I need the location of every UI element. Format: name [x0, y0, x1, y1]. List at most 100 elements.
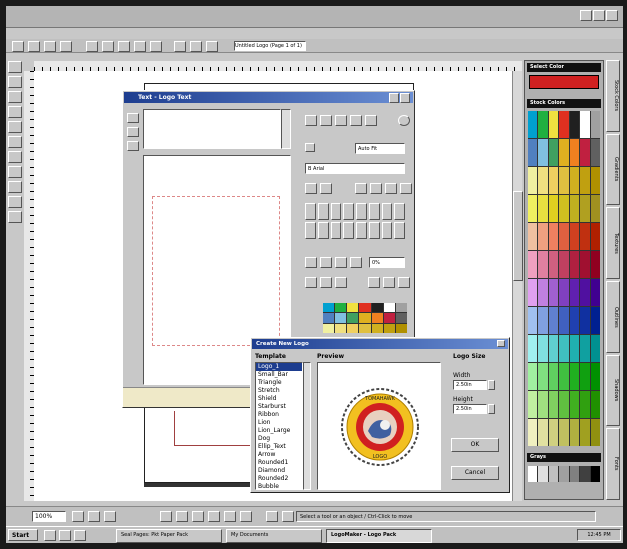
- taskbar-task-button[interactable]: LogoMaker - Logo Pack: [326, 529, 432, 543]
- pointer-tool-icon[interactable]: [8, 61, 22, 73]
- color-swatch[interactable]: [528, 307, 538, 334]
- prop-icon-b[interactable]: [320, 115, 332, 126]
- font-lock-icon[interactable]: [305, 143, 315, 152]
- print-icon[interactable]: [60, 41, 72, 52]
- color-swatch[interactable]: [548, 307, 559, 334]
- color-swatch[interactable]: [538, 139, 548, 166]
- taskbar-task-button[interactable]: Seal Pages: Pkt Paper Pack: [116, 529, 222, 543]
- text-color-swatch[interactable]: [383, 323, 395, 333]
- color-swatch[interactable]: [569, 111, 580, 138]
- color-swatch[interactable]: [548, 279, 559, 306]
- next-page-icon[interactable]: [104, 511, 116, 522]
- template-list-item[interactable]: Lion_Large: [256, 427, 302, 435]
- editor-tool-3-icon[interactable]: [127, 141, 139, 151]
- taskbar-task-button[interactable]: My Documents: [226, 529, 322, 543]
- format-1-icon[interactable]: [305, 277, 317, 288]
- color-swatch[interactable]: [590, 419, 600, 446]
- template-list-item[interactable]: Ribbon: [256, 411, 302, 419]
- effect-9-icon[interactable]: [305, 222, 316, 239]
- effect-8-icon[interactable]: [394, 203, 405, 220]
- align-left-text-icon[interactable]: [355, 183, 367, 194]
- template-list-item[interactable]: Small_Bar: [256, 371, 302, 379]
- first-page-icon[interactable]: [72, 511, 84, 522]
- text-tool-icon[interactable]: [8, 106, 22, 118]
- color-swatch[interactable]: [590, 279, 600, 306]
- gray-swatch[interactable]: [528, 466, 538, 482]
- color-swatch[interactable]: [538, 335, 548, 362]
- color-swatch[interactable]: [528, 223, 538, 250]
- template-list-item[interactable]: Ellip_Text: [256, 443, 302, 451]
- palette-tab[interactable]: Gradients: [606, 133, 620, 206]
- height-input[interactable]: 2.50in: [453, 404, 487, 414]
- color-swatch[interactable]: [528, 419, 538, 446]
- bold-icon[interactable]: [305, 183, 317, 194]
- minimize-icon[interactable]: [580, 10, 592, 21]
- template-list-item[interactable]: Dog: [256, 435, 302, 443]
- color-swatch[interactable]: [590, 251, 600, 278]
- color-swatch[interactable]: [559, 223, 569, 250]
- color-swatch[interactable]: [559, 419, 569, 446]
- color-swatch[interactable]: [538, 223, 548, 250]
- color-swatch[interactable]: [580, 391, 590, 418]
- color-swatch[interactable]: [580, 335, 590, 362]
- spacing-3-icon[interactable]: [335, 257, 347, 268]
- ok-button[interactable]: OK: [451, 438, 499, 452]
- format-3-icon[interactable]: [335, 277, 347, 288]
- text-color-swatch[interactable]: [395, 313, 407, 323]
- close-icon[interactable]: [606, 10, 618, 21]
- refresh-icon[interactable]: [398, 115, 410, 126]
- width-spinner[interactable]: [488, 380, 495, 390]
- effect-4-icon[interactable]: [343, 203, 354, 220]
- color-swatch[interactable]: [580, 279, 590, 306]
- color-swatch[interactable]: [569, 391, 580, 418]
- color-swatch[interactable]: [569, 419, 580, 446]
- color-swatch[interactable]: [528, 251, 538, 278]
- text-input-scrollbar[interactable]: [281, 109, 291, 149]
- template-list-item[interactable]: Diamond: [256, 467, 302, 475]
- color-swatch[interactable]: [580, 419, 590, 446]
- text-color-swatch[interactable]: [335, 323, 347, 333]
- width-input[interactable]: 2.50in: [453, 380, 487, 390]
- text-color-swatch[interactable]: [347, 313, 359, 323]
- color-swatch[interactable]: [528, 363, 538, 390]
- redo-icon[interactable]: [150, 41, 162, 52]
- template-list-item[interactable]: Triangle: [256, 379, 302, 387]
- new-icon[interactable]: [12, 41, 24, 52]
- effect-5-icon[interactable]: [356, 203, 367, 220]
- text-color-swatch[interactable]: [371, 323, 383, 333]
- prop-icon-c[interactable]: [335, 115, 347, 126]
- italic-icon[interactable]: [320, 183, 332, 194]
- editor-close-icon[interactable]: [400, 93, 410, 103]
- effect-14-icon[interactable]: [368, 222, 380, 239]
- color-swatch[interactable]: [590, 139, 600, 166]
- text-color-swatch[interactable]: [371, 313, 383, 323]
- text-color-swatch[interactable]: [335, 313, 347, 323]
- prev-page-icon[interactable]: [88, 511, 100, 522]
- template-list-item[interactable]: Rounded1: [256, 459, 302, 467]
- image-tool-icon[interactable]: [8, 181, 22, 193]
- color-swatch[interactable]: [559, 363, 569, 390]
- effect-7-icon[interactable]: [381, 203, 393, 220]
- outline-tool-icon[interactable]: [8, 166, 22, 178]
- align-right-icon[interactable]: [192, 511, 204, 522]
- color-swatch[interactable]: [548, 167, 559, 194]
- effect-10-icon[interactable]: [317, 222, 329, 239]
- color-swatch[interactable]: [548, 195, 559, 222]
- align-center-text-icon[interactable]: [370, 183, 382, 194]
- color-swatch[interactable]: [590, 391, 600, 418]
- effect-6-icon[interactable]: [368, 203, 380, 220]
- effect-11-icon[interactable]: [330, 222, 342, 239]
- desktop-icon[interactable]: [59, 530, 71, 541]
- color-swatch[interactable]: [538, 279, 548, 306]
- editor-tool-1-icon[interactable]: [127, 113, 139, 123]
- format-2-icon[interactable]: [320, 277, 332, 288]
- template-list-item[interactable]: Rounded2: [256, 475, 302, 483]
- start-button[interactable]: Start: [8, 529, 38, 541]
- color-swatch[interactable]: [559, 391, 569, 418]
- color-swatch[interactable]: [538, 111, 548, 138]
- text-color-swatch[interactable]: [395, 303, 407, 313]
- effect-2-icon[interactable]: [317, 203, 329, 220]
- color-swatch[interactable]: [548, 391, 559, 418]
- color-swatch[interactable]: [559, 111, 569, 138]
- prop-icon-e[interactable]: [365, 115, 377, 126]
